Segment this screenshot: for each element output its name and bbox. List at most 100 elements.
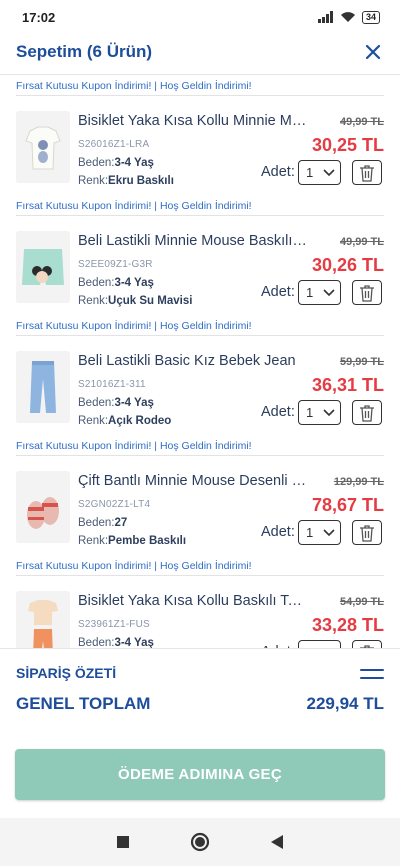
system-nav-bar: [0, 818, 400, 866]
size-row: Beden:3-4 Yaş: [78, 397, 154, 409]
delete-button[interactable]: [352, 280, 382, 305]
old-price: 49,99 TL: [339, 236, 384, 248]
color-label: Renk:: [78, 415, 109, 427]
old-price: 59,99 TL: [339, 356, 384, 368]
product-name[interactable]: Beli Lastikli Basic Kız Bebek Jean: [78, 353, 310, 369]
total-label: GENEL TOPLAM: [16, 694, 151, 713]
order-summary: SİPARİŞ ÖZETİ GENEL TOPLAM 229,94 TL: [0, 648, 400, 734]
price: 33,28 TL: [311, 615, 384, 635]
product-name[interactable]: Bisiklet Yaka Kısa Kollu Baskılı Takım: [78, 593, 310, 609]
close-icon: [365, 44, 381, 60]
price: 30,26 TL: [311, 255, 384, 275]
square-icon: [116, 836, 129, 848]
delete-button[interactable]: [352, 640, 382, 648]
color-label: Renk:: [78, 175, 109, 187]
cart-item-list[interactable]: Fırsat Kutusu Kupon İndirimi! | Hoş Geld…: [0, 74, 400, 648]
size-label: Beden:: [78, 157, 115, 169]
product-image[interactable]: [16, 111, 70, 183]
price: 36,31 TL: [311, 375, 384, 395]
product-name[interactable]: Çift Bantlı Minnie Mouse Desenli Sandale…: [78, 473, 310, 489]
qty-label: Adet:: [261, 284, 295, 300]
checkout-button[interactable]: ÖDEME ADIMINA GEÇ: [15, 749, 385, 800]
product-sku: S26016Z1-LRA: [78, 139, 150, 150]
divider: [16, 575, 384, 576]
back-triangle-icon: [271, 835, 284, 849]
summary-title: SİPARİŞ ÖZETİ: [16, 665, 117, 681]
size-value: 3-4 Yaş: [114, 637, 154, 648]
product-image[interactable]: [16, 351, 70, 423]
quantity-value: 1: [306, 525, 314, 540]
cart-item: Çift Bantlı Minnie Mouse Desenli Sandale…: [0, 457, 400, 557]
color-label: Renk:: [78, 535, 109, 547]
delete-button[interactable]: [352, 160, 382, 185]
status-icons: 34: [317, 10, 380, 24]
trash-icon: [360, 524, 374, 542]
size-value: 3-4 Yaş: [114, 277, 154, 289]
color-value: Açık Rodeo: [108, 415, 172, 427]
quantity-select[interactable]: 1: [298, 280, 341, 305]
quantity-value: 1: [306, 405, 314, 420]
chevron-down-icon: [323, 408, 335, 416]
color-label: Renk:: [78, 295, 109, 307]
home-button[interactable]: [188, 830, 212, 854]
product-sku: S23961Z1-FUS: [78, 619, 150, 630]
wifi-icon: [340, 12, 355, 22]
qty-label: Adet:: [261, 164, 295, 180]
quantity-value: 1: [306, 285, 314, 300]
status-time: 17:02: [22, 9, 56, 25]
back-button[interactable]: [265, 830, 289, 854]
cart-item: Bisiklet Yaka Kısa Kollu Minnie Mouse 49…: [0, 97, 400, 197]
cart-item: Beli Lastikli Basic Kız Bebek Jean 59,99…: [0, 337, 400, 437]
delete-button[interactable]: [352, 520, 382, 545]
color-row: Renk:Pembe Baskılı: [78, 535, 186, 547]
old-price: 129,99 TL: [333, 476, 384, 488]
qty-label: Adet:: [261, 404, 295, 420]
quantity-select[interactable]: 1: [298, 160, 341, 185]
product-name[interactable]: Beli Lastikli Minnie Mouse Baskılı Şort: [78, 233, 310, 249]
size-value: 3-4 Yaş: [114, 157, 154, 169]
promo-text[interactable]: Fırsat Kutusu Kupon İndirimi! | Hoş Geld…: [0, 77, 400, 95]
summary-toggle-icon[interactable]: [360, 669, 384, 681]
quantity-select[interactable]: 1: [298, 640, 341, 648]
promo-text[interactable]: Fırsat Kutusu Kupon İndirimi! | Hoş Geld…: [0, 557, 400, 575]
chevron-down-icon: [323, 168, 335, 176]
delete-button[interactable]: [352, 400, 382, 425]
old-price: 54,99 TL: [339, 596, 384, 608]
close-button[interactable]: [362, 41, 384, 63]
trash-icon: [360, 404, 374, 422]
promo-text[interactable]: Fırsat Kutusu Kupon İndirimi! | Hoş Geld…: [0, 437, 400, 455]
size-row: Beden:3-4 Yaş: [78, 637, 154, 648]
qty-label: Adet:: [261, 524, 295, 540]
color-row: Renk:Uçuk Su Mavisi: [78, 295, 192, 307]
signal-icon: [317, 11, 333, 23]
divider: [16, 95, 384, 96]
trash-icon: [360, 164, 374, 182]
divider: [16, 455, 384, 456]
size-label: Beden:: [78, 517, 115, 529]
chevron-down-icon: [323, 288, 335, 296]
recent-apps-button[interactable]: [111, 830, 135, 854]
promo-text[interactable]: Fırsat Kutusu Kupon İndirimi! | Hoş Geld…: [0, 197, 400, 215]
product-sku: S2EE09Z1-G3R: [78, 259, 153, 270]
quantity-select[interactable]: 1: [298, 400, 341, 425]
old-price: 49,99 TL: [339, 116, 384, 128]
size-value: 27: [114, 517, 128, 529]
status-bar: 17:02 34: [0, 0, 400, 34]
cart-item: Bisiklet Yaka Kısa Kollu Baskılı Takım 5…: [0, 577, 400, 648]
color-row: Renk:Ekru Baskılı: [78, 175, 174, 187]
cart-header: Sepetim (6 Ürün): [0, 34, 400, 70]
size-label: Beden:: [78, 277, 115, 289]
product-image[interactable]: [16, 591, 70, 648]
quantity-value: 1: [306, 165, 314, 180]
quantity-select[interactable]: 1: [298, 520, 341, 545]
product-image[interactable]: [16, 471, 70, 543]
product-name[interactable]: Bisiklet Yaka Kısa Kollu Minnie Mouse: [78, 113, 310, 129]
promo-text[interactable]: Fırsat Kutusu Kupon İndirimi! | Hoş Geld…: [0, 317, 400, 335]
size-value: 3-4 Yaş: [114, 397, 154, 409]
home-circle-icon: [190, 832, 210, 852]
chevron-down-icon: [323, 528, 335, 536]
product-image[interactable]: [16, 231, 70, 303]
size-row: Beden:3-4 Yaş: [78, 157, 154, 169]
price: 78,67 TL: [311, 495, 384, 515]
color-value: Uçuk Su Mavisi: [108, 295, 193, 307]
